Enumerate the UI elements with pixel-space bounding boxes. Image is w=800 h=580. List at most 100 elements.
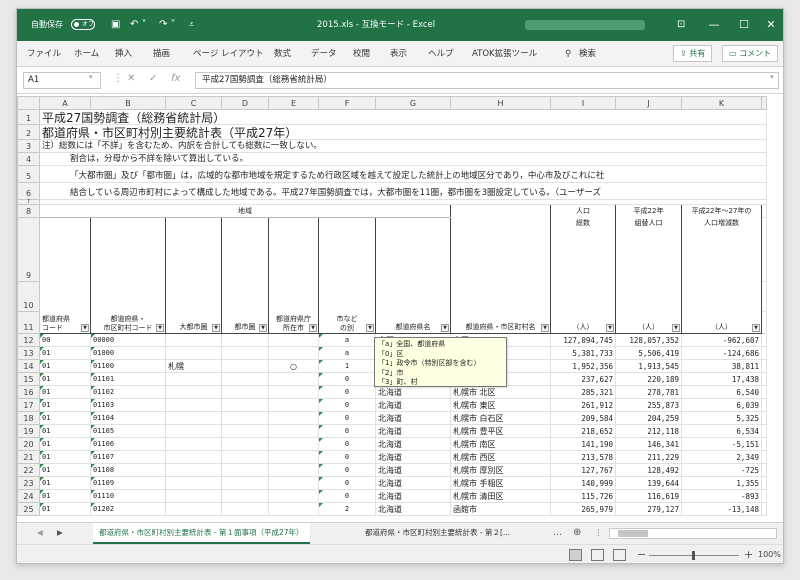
cell-g[interactable]: 北海道 xyxy=(375,437,451,451)
cell-e[interactable] xyxy=(268,398,319,412)
cell-a[interactable]: 01 xyxy=(39,411,91,425)
c9[interactable] xyxy=(165,217,222,282)
cell-f[interactable]: 0 xyxy=(318,424,376,438)
cell-l[interactable] xyxy=(761,346,767,360)
population-header[interactable]: 人口 xyxy=(550,204,616,218)
row-header-1[interactable]: 1 xyxy=(17,109,40,125)
cell-k[interactable]: -725 xyxy=(681,463,762,477)
note-line-3[interactable]: 「大都市圏」及び「都市圏」は，広域的な都市地域を規定するため行政区域を越えて設定… xyxy=(39,165,767,183)
cell-c[interactable] xyxy=(165,424,222,438)
formula-input[interactable]: 平成27国勢調査（総務省統計局） xyxy=(195,72,779,89)
unit-k[interactable]: （人） ▼ xyxy=(681,311,762,334)
cell-h[interactable]: 札幌市 清田区 xyxy=(450,489,551,503)
search-icon[interactable]: ⚲ xyxy=(565,47,571,61)
ribbon-display-icon[interactable]: ⊡ xyxy=(677,18,685,32)
cell-i[interactable]: 209,584 xyxy=(550,411,616,425)
capital-header[interactable]: 都道府県庁 所在市 ▼ xyxy=(268,311,319,334)
cell-j[interactable]: 255,873 xyxy=(615,398,682,412)
namebox-dropdown-icon[interactable]: ▾ xyxy=(89,73,93,81)
cell-l[interactable] xyxy=(761,385,767,399)
row-header-3[interactable]: 3 xyxy=(17,139,40,153)
cell-i[interactable]: 218,652 xyxy=(550,424,616,438)
cell-e[interactable] xyxy=(268,385,319,399)
row-header[interactable]: 15 xyxy=(17,372,40,386)
cell-a[interactable]: 01 xyxy=(39,489,91,503)
filter-dropdown-icon[interactable]: ▼ xyxy=(752,324,760,332)
cell-l[interactable] xyxy=(761,463,767,477)
cell-e[interactable] xyxy=(268,450,319,464)
cell-h[interactable]: 札幌市 白石区 xyxy=(450,411,551,425)
l9[interactable] xyxy=(761,217,767,282)
cell-f[interactable]: 0 xyxy=(318,476,376,490)
row-header[interactable]: 25 xyxy=(17,502,40,516)
muni-code-header[interactable]: 都道府県・ 市区町村コード ▼ xyxy=(90,311,166,334)
cell-b[interactable]: 01000 xyxy=(90,346,166,360)
f10[interactable] xyxy=(318,281,376,312)
row-header[interactable]: 18 xyxy=(17,411,40,425)
row-header-4[interactable]: 4 xyxy=(17,152,40,166)
cell-f[interactable]: a xyxy=(318,333,376,347)
zoom-in-icon[interactable]: + xyxy=(744,548,753,561)
cell-f[interactable]: a xyxy=(318,346,376,360)
sheet-title[interactable]: 平成27国勢調査（総務省統計局） xyxy=(39,109,767,125)
row-header[interactable]: 14 xyxy=(17,359,40,373)
cell-c[interactable] xyxy=(165,450,222,464)
col-header-a[interactable]: A xyxy=(39,96,91,110)
cell-b[interactable]: 01104 xyxy=(90,411,166,425)
cell-g[interactable]: 北海道 xyxy=(375,502,451,516)
cell-k[interactable]: -893 xyxy=(681,489,762,503)
row-header-6[interactable]: 6 xyxy=(17,182,40,200)
cell-b[interactable]: 01101 xyxy=(90,372,166,386)
tab-file[interactable]: ファイル xyxy=(27,47,61,61)
cell-h[interactable]: 札幌市 厚別区 xyxy=(450,463,551,477)
cell-k[interactable]: -962,607 xyxy=(681,333,762,347)
cell-i[interactable]: 237,627 xyxy=(550,372,616,386)
cell-j[interactable]: 5,506,419 xyxy=(615,346,682,360)
cell-j[interactable]: 204,259 xyxy=(615,411,682,425)
note-line-1[interactable]: 注）総数には「不詳」を含むため、内訳を合計しても総数に一致しない。 xyxy=(39,139,767,153)
cell-k[interactable]: 17,438 xyxy=(681,372,762,386)
cell-a[interactable]: 01 xyxy=(39,424,91,438)
select-all-corner[interactable] xyxy=(17,96,40,110)
cell-f[interactable]: 1 xyxy=(318,359,376,373)
tab-atok[interactable]: ATOK拡張ツール xyxy=(472,47,537,61)
cell-l[interactable] xyxy=(761,424,767,438)
cell-a[interactable]: 01 xyxy=(39,476,91,490)
cell-a[interactable]: 01 xyxy=(39,346,91,360)
cell-i[interactable]: 127,094,745 xyxy=(550,333,616,347)
row-header-5[interactable]: 5 xyxy=(17,165,40,183)
a10[interactable] xyxy=(39,281,91,312)
urban-area-header[interactable]: 都市圏 ▼ xyxy=(221,311,269,334)
cell-a[interactable]: 01 xyxy=(39,372,91,386)
cancel-icon[interactable]: ✕ xyxy=(127,73,135,84)
h10[interactable] xyxy=(450,281,551,312)
comment-button[interactable]: ▭ コメント xyxy=(722,45,779,62)
j10[interactable] xyxy=(615,281,682,312)
zoom-level[interactable]: 100% xyxy=(758,550,781,559)
cell-d[interactable] xyxy=(221,385,269,399)
row-header-9[interactable]: 9 xyxy=(17,217,40,282)
muni-name-header[interactable]: 都道府県・市区町村名 ▼ xyxy=(450,311,551,334)
row-header[interactable]: 17 xyxy=(17,398,40,412)
cell-c[interactable] xyxy=(165,463,222,477)
col-header-b[interactable]: B xyxy=(90,96,166,110)
cell-a[interactable]: 01 xyxy=(39,463,91,477)
undo-icon[interactable]: ↶ ˅ xyxy=(130,18,147,32)
cell-j[interactable]: 1,913,545 xyxy=(615,359,682,373)
change-header[interactable]: 平成22年～27年の xyxy=(681,204,762,218)
cell-a[interactable]: 01 xyxy=(39,502,91,516)
cell-f[interactable]: 0 xyxy=(318,489,376,503)
e9[interactable] xyxy=(268,217,319,282)
cell-i[interactable]: 285,321 xyxy=(550,385,616,399)
cell-c[interactable] xyxy=(165,411,222,425)
filter-dropdown-icon[interactable]: ▼ xyxy=(309,324,317,332)
cell-f[interactable]: 2 xyxy=(318,502,376,516)
cell-i[interactable]: 5,381,733 xyxy=(550,346,616,360)
tab-page-layout[interactable]: ページ レイアウト xyxy=(193,47,264,61)
l11[interactable] xyxy=(761,311,767,334)
sheet-tab-active[interactable]: 都道府県・市区町村別主要統計表 - 第１面事項（平成27年） xyxy=(93,523,310,544)
zoom-out-icon[interactable]: − xyxy=(637,548,646,561)
cell-d[interactable] xyxy=(221,359,269,373)
cell-g[interactable]: 北海道 xyxy=(375,489,451,503)
cell-c[interactable] xyxy=(165,489,222,503)
